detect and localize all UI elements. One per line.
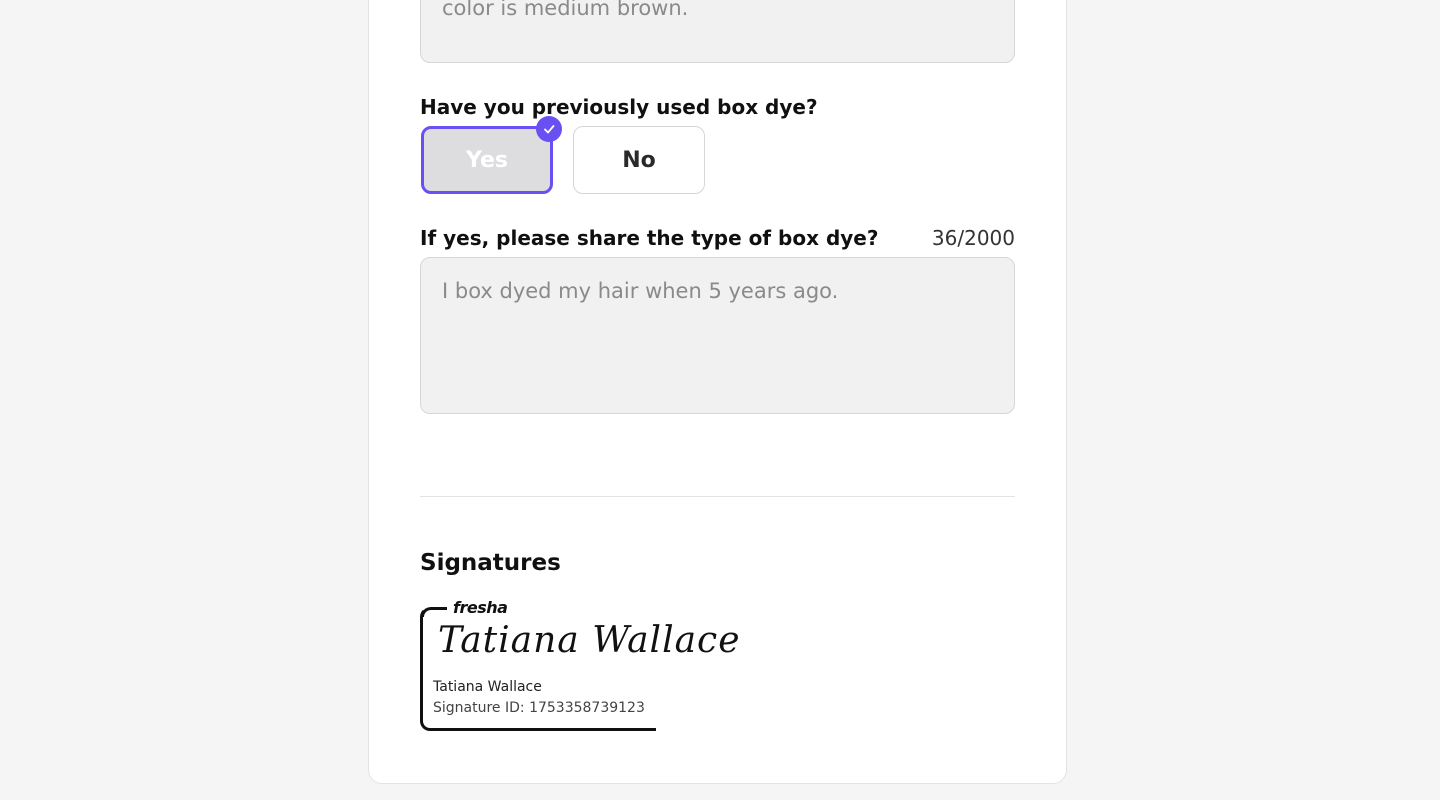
box-dye-question-label: Have you previously used box dye?	[420, 95, 818, 119]
previous-answer-field[interactable]: color is medium brown.	[420, 0, 1015, 63]
previous-answer-text: color is medium brown.	[442, 0, 689, 20]
signatures-heading: Signatures	[420, 550, 561, 576]
no-option-button[interactable]: No	[573, 126, 705, 194]
check-icon	[536, 116, 562, 142]
yes-option-button[interactable]: Yes	[421, 126, 553, 194]
handwritten-signature: Tatiana Wallace	[438, 620, 741, 661]
character-counter: 36/2000	[931, 226, 1015, 250]
signature-id: Signature ID: 1753358739123	[433, 700, 645, 716]
yes-option-label: Yes	[466, 147, 508, 173]
signature-frame-corner	[421, 607, 447, 617]
box-dye-type-field[interactable]: I box dyed my hair when 5 years ago.	[420, 257, 1015, 414]
section-divider	[420, 496, 1015, 497]
box-dye-type-label: If yes, please share the type of box dye…	[420, 226, 879, 250]
signer-name: Tatiana Wallace	[433, 679, 542, 695]
brand-logo: fresha	[453, 598, 508, 617]
no-option-label: No	[622, 147, 656, 173]
